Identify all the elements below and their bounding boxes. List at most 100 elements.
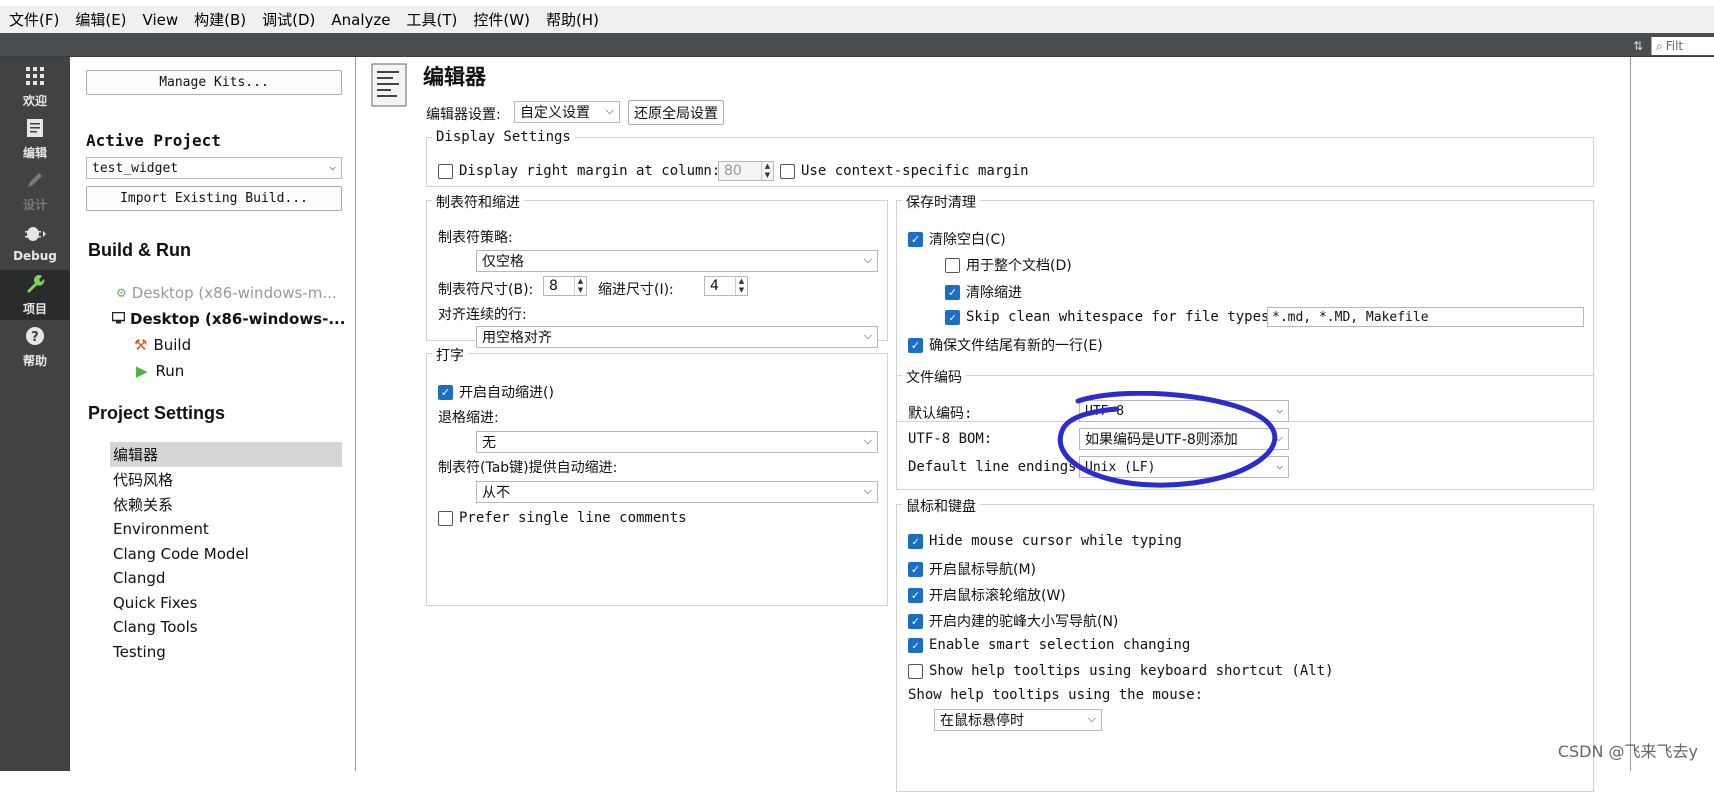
hide-cursor-label: Hide mouse cursor while typing [929,533,1182,549]
settings-item-dependencies[interactable]: 依赖关系 [110,492,342,517]
editor-settings-select[interactable]: 自定义设置 ⌵ [514,101,620,123]
tab-indent-value: 从不 [482,485,510,501]
align-select[interactable]: 用空格对齐 ⌵ [476,326,878,348]
menu-tools[interactable]: 工具(T) [407,9,458,30]
mouse-navigation-label: 开启鼠标导航(M) [929,562,1037,578]
checkbox-box [438,163,453,179]
checkbox-box: ✓ [908,637,923,653]
settings-item-clangd[interactable]: Clangd [110,565,342,590]
search-icon: ⌕ [1656,38,1663,53]
right-margin-value: 80 [724,163,742,179]
camel-case-checkbox[interactable]: ✓ 开启内建的驼峰大小写导航(N) [908,611,1118,631]
checkbox-box: ✓ [908,561,923,577]
tab-indent-select[interactable]: 从不 ⌵ [476,481,878,503]
mode-projects[interactable]: 项目 [0,270,70,320]
file-encoding-title: 文件编码 [902,367,966,387]
clean-indent-checkbox[interactable]: ✓ 清除缩进 [945,282,1022,302]
active-project-value: test_widget [92,160,179,176]
menu-help[interactable]: 帮助(H) [546,9,599,30]
mouse-tooltips-select[interactable]: 在鼠标悬停时 ⌵ [934,709,1102,731]
menu-analyze[interactable]: Analyze [331,11,390,29]
backspace-label: 退格缩进: [438,410,499,426]
checkbox-box [780,163,795,179]
project-settings-heading: Project Settings [88,403,226,423]
kit-item-disabled[interactable]: ⚙ Desktop (x86-windows-m... [116,284,337,302]
smart-selection-checkbox[interactable]: ✓ Enable smart selection changing [908,637,1190,653]
restore-global-button[interactable]: 还原全局设置 [628,100,724,125]
backspace-select[interactable]: 无 ⌵ [476,431,878,453]
hide-cursor-checkbox[interactable]: ✓ Hide mouse cursor while typing [908,533,1182,549]
right-output-pane [1630,57,1714,771]
settings-item-clang-code-model[interactable]: Clang Code Model [110,541,342,566]
mode-welcome[interactable]: 欢迎 [0,62,70,112]
auto-indent-checkbox[interactable]: ✓ 开启自动缩进() [438,382,554,402]
indent-size-value: 4 [710,278,719,294]
mode-label: 帮助 [22,353,47,368]
checkbox-box: ✓ [908,533,923,549]
menu-debug[interactable]: 调试(D) [262,9,315,30]
sort-icon[interactable]: ⇅ [1630,37,1646,55]
mode-help[interactable]: ? 帮助 [0,322,70,372]
settings-item-clang-tools[interactable]: Clang Tools [110,614,342,639]
chevron-down-icon: ⌵ [863,329,872,342]
mode-edit[interactable]: 编辑 [0,114,70,164]
settings-item-editor[interactable]: 编辑器 [110,442,342,467]
menu-file[interactable]: 文件(F) [9,9,59,30]
build-item[interactable]: ⚒ Build [134,336,191,354]
tab-size-spinbox[interactable]: 8 ▲ ▼ [543,276,587,296]
keyboard-tooltips-checkbox[interactable]: Show help tooltips using keyboard shortc… [908,663,1334,679]
settings-item-testing[interactable]: Testing [110,639,342,664]
active-project-select[interactable]: test_widget ⌵ [86,157,342,179]
chevron-down-icon: ⌵ [863,434,872,447]
menu-view[interactable]: View [143,11,179,29]
right-margin-label: Display right margin at column: [459,163,721,179]
right-margin-spinbox[interactable]: 80 ▲ ▼ [718,161,774,181]
checkbox-box: ✓ [908,337,923,353]
toolbar [0,33,1714,57]
kit-item-active[interactable]: Desktop (x86-windows-... [111,310,345,328]
spin-arrows-icon: ▲ ▼ [735,277,747,295]
whole-document-checkbox[interactable]: 用于整个文档(D) [945,255,1072,275]
keyboard-tooltips-label: Show help tooltips using keyboard shortc… [929,663,1334,679]
menu-edit[interactable]: 编辑(E) [75,9,126,30]
build-run-heading: Build & Run [88,240,191,260]
checkbox-box [908,663,923,679]
checkbox-box: ✓ [908,587,923,603]
checkbox-box: ✓ [945,309,960,325]
menu-build[interactable]: 构建(B) [194,9,246,30]
editor-settings-panel: 编辑器 编辑器设置: 自定义设置 ⌵ 还原全局设置 Display Settin… [356,57,1630,792]
camel-case-label: 开启内建的驼峰大小写导航(N) [929,614,1119,630]
checkbox-box: ✓ [908,613,923,629]
checkbox-box [438,510,453,526]
mode-design[interactable]: 设计 [0,166,70,216]
chevron-down-icon: ⌵ [605,104,614,117]
right-margin-checkbox[interactable]: Display right margin at column: [438,163,720,179]
settings-item-environment[interactable]: Environment [110,516,342,541]
tab-policy-select[interactable]: 仅空格 ⌵ [476,250,878,272]
skip-clean-checkbox[interactable]: ✓ Skip clean whitespace for file types: [945,309,1278,325]
mode-label: Debug [13,249,57,263]
filter-input[interactable]: ⌕ Filt [1651,37,1714,55]
settings-item-quick-fixes[interactable]: Quick Fixes [110,590,342,615]
checkbox-box: ✓ [438,384,453,400]
mode-label: 设计 [22,197,47,212]
indent-size-spinbox[interactable]: 4 ▲ ▼ [704,276,748,296]
newline-end-checkbox[interactable]: ✓ 确保文件结尾有新的一行(E) [908,335,1103,355]
tab-size-value: 8 [549,278,558,294]
project-pane: Manage Kits... Active Project test_widge… [70,57,356,771]
settings-item-code-style[interactable]: 代码风格 [110,467,342,492]
mode-debug[interactable]: Debug [0,218,70,268]
clean-whitespace-checkbox[interactable]: ✓ 清除空白(C) [908,229,1006,249]
mouse-navigation-checkbox[interactable]: ✓ 开启鼠标导航(M) [908,559,1036,579]
skip-types-input[interactable]: *.md, *.MD, Makefile [1267,307,1584,327]
wheel-zoom-checkbox[interactable]: ✓ 开启鼠标滚轮缩放(W) [908,585,1066,605]
menu-widgets[interactable]: 控件(W) [473,9,530,30]
manage-kits-button[interactable]: Manage Kits... [86,70,342,95]
run-item[interactable]: ▶ Run [136,362,184,380]
chevron-down-icon: ⌵ [863,253,872,266]
import-build-button[interactable]: Import Existing Build... [86,186,342,211]
help-icon: ? [25,326,45,350]
page-title: 编辑器 [423,65,486,89]
context-margin-checkbox[interactable]: Use context-specific margin [780,163,1029,179]
single-line-comments-checkbox[interactable]: Prefer single line comments [438,510,687,526]
